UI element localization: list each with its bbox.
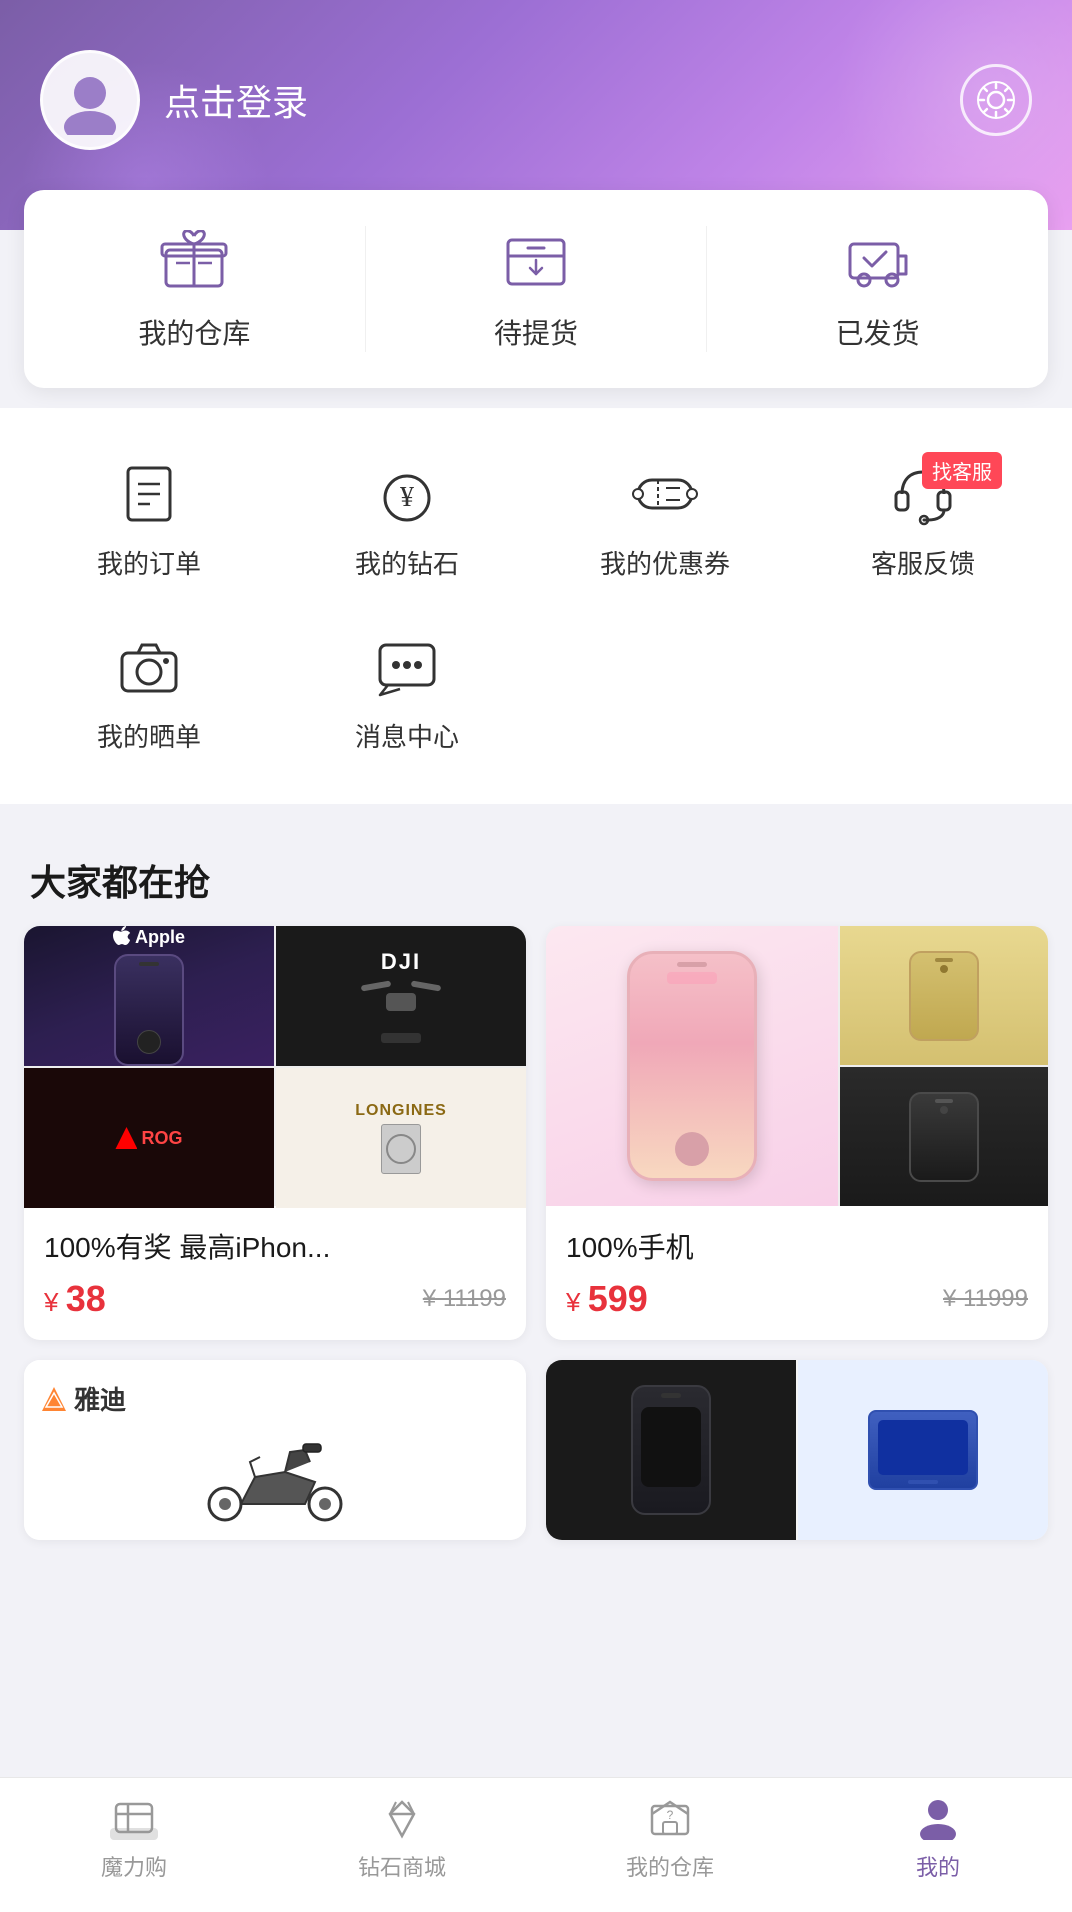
product-2-price: ¥ 599 xyxy=(566,1278,648,1320)
settings-button[interactable] xyxy=(960,64,1032,136)
menu-item-orders[interactable]: 我的订单 xyxy=(20,438,278,601)
quick-action-shipped[interactable]: 已发货 xyxy=(707,226,1048,352)
menu-row-2: 我的晒单 消息中心 xyxy=(20,611,1052,774)
camera-icon xyxy=(109,631,189,703)
menu-item-messages[interactable]: 消息中心 xyxy=(278,611,536,774)
pending-label: 待提货 xyxy=(494,312,578,352)
product-card-3[interactable]: 雅迪 xyxy=(24,1360,526,1540)
box-arrow-icon xyxy=(496,226,576,296)
product-1-price: ¥ 38 xyxy=(44,1278,106,1320)
menu-item-coupon[interactable]: 我的优惠券 xyxy=(536,438,794,601)
magic-icon xyxy=(108,1794,160,1842)
nav-mine-label: 我的 xyxy=(916,1850,960,1882)
nav-mine[interactable]: 我的 xyxy=(804,1794,1072,1882)
quick-action-warehouse[interactable]: 我的仓库 xyxy=(24,226,366,352)
nav-diamond-mall[interactable]: 钻石商城 xyxy=(268,1794,536,1882)
nav-warehouse-label: 我的仓库 xyxy=(626,1850,714,1882)
coupon-icon xyxy=(625,458,705,530)
product-1-info: 100%有奖 最高iPhon... ¥ 38 ¥ 11199 xyxy=(24,1206,526,1340)
coupon-label: 我的优惠券 xyxy=(600,544,730,581)
svg-text:?: ? xyxy=(667,1808,674,1822)
quick-action-pending[interactable]: 待提货 xyxy=(366,226,708,352)
user-section[interactable]: 点击登录 xyxy=(40,50,308,150)
products-section: Apple DJI xyxy=(0,926,1072,1540)
shipped-label: 已发货 xyxy=(836,312,920,352)
product-2-title: 100%手机 xyxy=(566,1226,1028,1266)
warehouse-nav-icon: ? xyxy=(644,1794,696,1842)
menu-item-diamond[interactable]: ¥ 我的钻石 xyxy=(278,438,536,601)
menu-item-share[interactable]: 我的晒单 xyxy=(20,611,278,774)
quick-actions-card: 我的仓库 待提货 xyxy=(24,190,1048,388)
message-icon xyxy=(367,631,447,703)
messages-label: 消息中心 xyxy=(355,717,459,754)
bottom-navigation: 魔力购 钻石商城 ? 我的仓库 xyxy=(0,1777,1072,1912)
share-label: 我的晒单 xyxy=(97,717,201,754)
mine-icon xyxy=(912,1794,964,1842)
product-2-info: 100%手机 ¥ 599 ¥ 11999 xyxy=(546,1206,1048,1340)
product-1-original: ¥ 11199 xyxy=(423,1285,506,1313)
shipped-icon xyxy=(838,226,918,296)
product-1-title: 100%有奖 最高iPhon... xyxy=(44,1226,506,1266)
orders-label: 我的订单 xyxy=(97,544,201,581)
menu-row-1: 我的订单 ¥ 我的钻石 xyxy=(20,438,1052,601)
feedback-label: 客服反馈 xyxy=(871,544,975,581)
svg-text:¥: ¥ xyxy=(400,482,414,513)
products-row-2: 雅迪 xyxy=(24,1360,1048,1540)
badge-kefu: 找客服 xyxy=(922,452,1002,489)
product-card-1[interactable]: Apple DJI xyxy=(24,926,526,1340)
login-text[interactable]: 点击登录 xyxy=(164,74,308,126)
gift-icon xyxy=(154,226,234,296)
product-card-4[interactable] xyxy=(546,1360,1048,1540)
section-title: 大家都在抢 xyxy=(0,824,1072,926)
nav-my-warehouse[interactable]: ? 我的仓库 xyxy=(536,1794,804,1882)
nav-diamond-label: 钻石商城 xyxy=(358,1850,446,1882)
product-2-original: ¥ 11999 xyxy=(943,1285,1028,1313)
diamond-mall-icon xyxy=(376,1794,428,1842)
product-card-2[interactable]: 100%手机 ¥ 599 ¥ 11999 xyxy=(546,926,1048,1340)
nav-magic-label: 魔力购 xyxy=(101,1850,167,1882)
products-row-1: Apple DJI xyxy=(24,926,1048,1340)
diamond-label: 我的钻石 xyxy=(355,544,459,581)
menu-item-feedback[interactable]: 找客服 客服反馈 xyxy=(794,438,1052,601)
menu-section: 我的订单 ¥ 我的钻石 xyxy=(0,408,1072,804)
diamond-icon: ¥ xyxy=(367,458,447,530)
nav-magic-purchase[interactable]: 魔力购 xyxy=(0,1794,268,1882)
warehouse-label: 我的仓库 xyxy=(138,312,250,352)
avatar[interactable] xyxy=(40,50,140,150)
order-icon xyxy=(109,458,189,530)
